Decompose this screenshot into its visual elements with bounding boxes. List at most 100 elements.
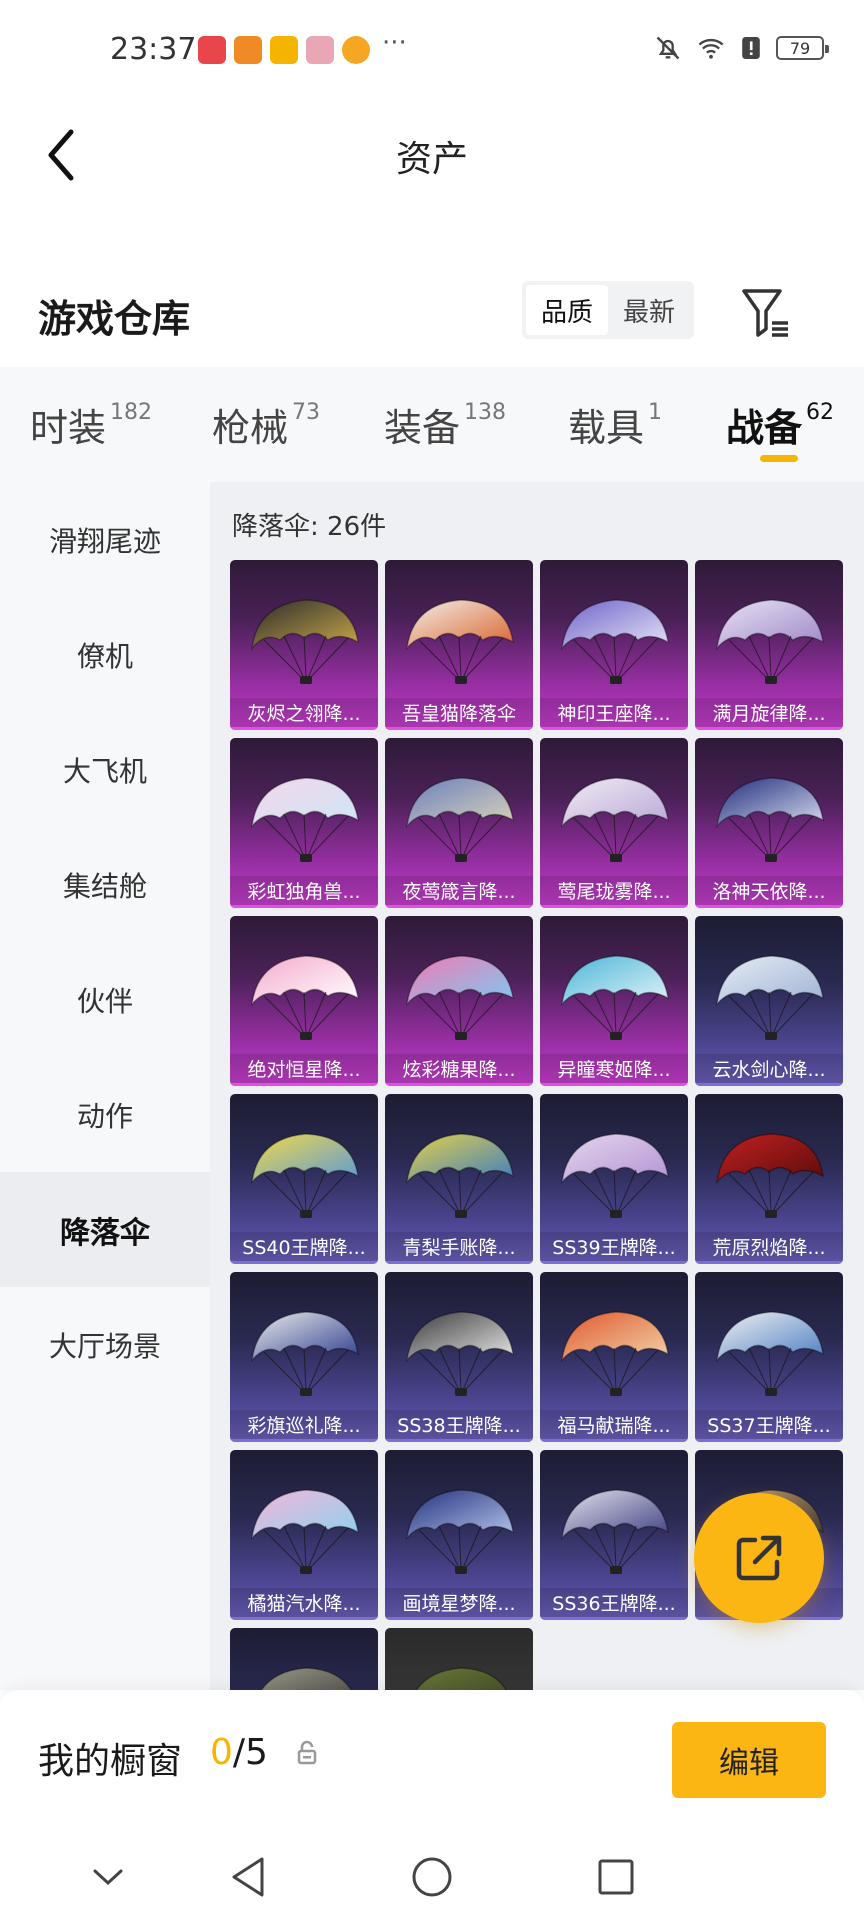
nav-collapse-button[interactable]	[78, 1847, 138, 1907]
tab-equipment[interactable]: 装备 138	[384, 397, 506, 452]
tab-count: 73	[292, 400, 321, 425]
parachute-card[interactable]: SS37王牌降...	[695, 1272, 843, 1442]
parachute-card[interactable]: 吾皇猫降落伞	[385, 560, 533, 730]
parachute-card[interactable]: 云水剑心降...	[695, 916, 843, 1086]
nav-recents-button[interactable]	[586, 1847, 646, 1907]
parachute-image	[715, 777, 824, 862]
rarity-bar	[540, 1083, 688, 1086]
tab-label: 战备	[726, 406, 803, 450]
sidebar-item-parachute[interactable]: 降落伞	[0, 1172, 210, 1287]
parachute-image	[250, 599, 359, 684]
section-title: 游戏仓库	[38, 297, 191, 341]
parachute-name: SS36王牌降...	[540, 1588, 688, 1620]
rarity-bar	[385, 1261, 533, 1264]
parachute-card[interactable]: 神印王座降...	[540, 560, 688, 730]
rarity-bar	[540, 1617, 688, 1620]
nav-home-button[interactable]	[402, 1847, 462, 1907]
rarity-bar	[385, 1083, 533, 1086]
parachute-name: 莺尾珑雾降...	[540, 876, 688, 908]
parachute-card[interactable]: 福马献瑞降...	[540, 1272, 688, 1442]
parachute-card[interactable]: 荒原烈焰降...	[695, 1094, 843, 1264]
parachute-card[interactable]: 绝对恒星降...	[230, 916, 378, 1086]
rarity-bar	[385, 1617, 533, 1620]
tab-weapons[interactable]: 枪械 73	[212, 397, 320, 452]
sort-option-newest[interactable]: 最新	[608, 285, 690, 335]
showcase-total: /5	[232, 1732, 268, 1773]
parachute-card[interactable]	[385, 1628, 533, 1690]
rarity-bar	[230, 905, 378, 908]
parachute-card[interactable]: 彩虹独角兽...	[230, 738, 378, 908]
tab-label: 枪械	[212, 406, 289, 450]
sidebar-item-plane[interactable]: 大飞机	[0, 712, 210, 827]
sidebar-item-glide-trail[interactable]: 滑翔尾迹	[0, 482, 210, 597]
system-nav-bar	[0, 1825, 864, 1920]
sidebar-item-rally-pod[interactable]: 集结舱	[0, 827, 210, 942]
filter-button[interactable]	[736, 283, 796, 343]
rarity-bar	[695, 727, 843, 730]
parachute-name: SS39王牌降...	[540, 1232, 688, 1264]
parachute-card[interactable]: 炫彩糖果降...	[385, 916, 533, 1086]
sidebar-item-lobby-scene[interactable]: 大厅场景	[0, 1287, 210, 1402]
sort-toggle: 品质 最新	[522, 281, 694, 339]
showcase-current: 0	[210, 1732, 233, 1773]
edit-button[interactable]: 编辑	[672, 1722, 826, 1798]
sidebar-item-wingman[interactable]: 僚机	[0, 597, 210, 712]
rarity-bar	[230, 1439, 378, 1442]
app-notification-icon-1	[198, 36, 226, 64]
tab-battle-gear[interactable]: 战备 62	[726, 397, 834, 452]
parachute-image	[250, 955, 359, 1040]
sort-option-quality[interactable]: 品质	[526, 285, 608, 335]
rarity-bar	[695, 905, 843, 908]
parachute-card[interactable]	[230, 1628, 378, 1690]
parachute-name: 福马献瑞降...	[540, 1410, 688, 1442]
status-time: 23:37	[110, 32, 197, 67]
rarity-bar	[540, 727, 688, 730]
parachute-image	[405, 1311, 514, 1396]
parachute-card[interactable]: 异瞳寒姬降...	[540, 916, 688, 1086]
tab-count: 1	[648, 400, 663, 425]
more-notifications: ···	[382, 28, 407, 58]
parachute-card[interactable]: SS38王牌降...	[385, 1272, 533, 1442]
parachute-card[interactable]: 橘猫汽水降...	[230, 1450, 378, 1620]
nav-back-button[interactable]	[218, 1847, 278, 1907]
rarity-bar	[230, 1261, 378, 1264]
parachute-card[interactable]: 画境星梦降...	[385, 1450, 533, 1620]
parachute-card[interactable]: 彩旗巡礼降...	[230, 1272, 378, 1442]
parachute-card[interactable]: SS36王牌降...	[540, 1450, 688, 1620]
tab-fashion[interactable]: 时装 182	[30, 397, 152, 452]
parachute-card[interactable]: 夜莺箴言降...	[385, 738, 533, 908]
tab-label: 时装	[30, 406, 107, 450]
parachute-card[interactable]: 洛神天依降...	[695, 738, 843, 908]
parachute-card[interactable]: 莺尾珑雾降...	[540, 738, 688, 908]
battery-icon: 79	[776, 36, 829, 60]
parachute-card[interactable]: SS39王牌降...	[540, 1094, 688, 1264]
page-title: 资产	[395, 139, 468, 180]
tab-count: 138	[464, 400, 507, 425]
parachute-card[interactable]: SS40王牌降...	[230, 1094, 378, 1264]
parachute-name: 彩旗巡礼降...	[230, 1410, 378, 1442]
wifi-icon	[698, 38, 724, 59]
home-circle-icon	[412, 1857, 452, 1897]
system-icons: 79	[654, 34, 829, 62]
sidebar-item-companion[interactable]: 伙伴	[0, 942, 210, 1057]
tab-count: 182	[110, 400, 153, 425]
parachute-name: 满月旋律降...	[695, 698, 843, 730]
app-notification-icon-5	[342, 36, 370, 64]
parachute-image	[560, 1133, 669, 1218]
parachute-card[interactable]: 灰烬之翎降...	[230, 560, 378, 730]
sidebar-item-emote[interactable]: 动作	[0, 1057, 210, 1172]
tab-vehicles[interactable]: 载具 1	[568, 397, 662, 452]
parachute-name: 绝对恒星降...	[230, 1054, 378, 1086]
lock-icon	[297, 1740, 317, 1765]
mute-icon	[656, 36, 680, 60]
parachute-image	[560, 599, 669, 684]
share-button[interactable]	[694, 1493, 824, 1623]
active-tab-indicator	[760, 455, 798, 462]
rarity-bar	[230, 1617, 378, 1620]
rarity-bar	[385, 905, 533, 908]
parachute-name: SS38王牌降...	[385, 1410, 533, 1442]
parachute-card[interactable]: 青梨手账降...	[385, 1094, 533, 1264]
rarity-bar	[385, 1439, 533, 1442]
parachute-card[interactable]: 满月旋律降...	[695, 560, 843, 730]
parachute-image	[260, 1667, 352, 1690]
